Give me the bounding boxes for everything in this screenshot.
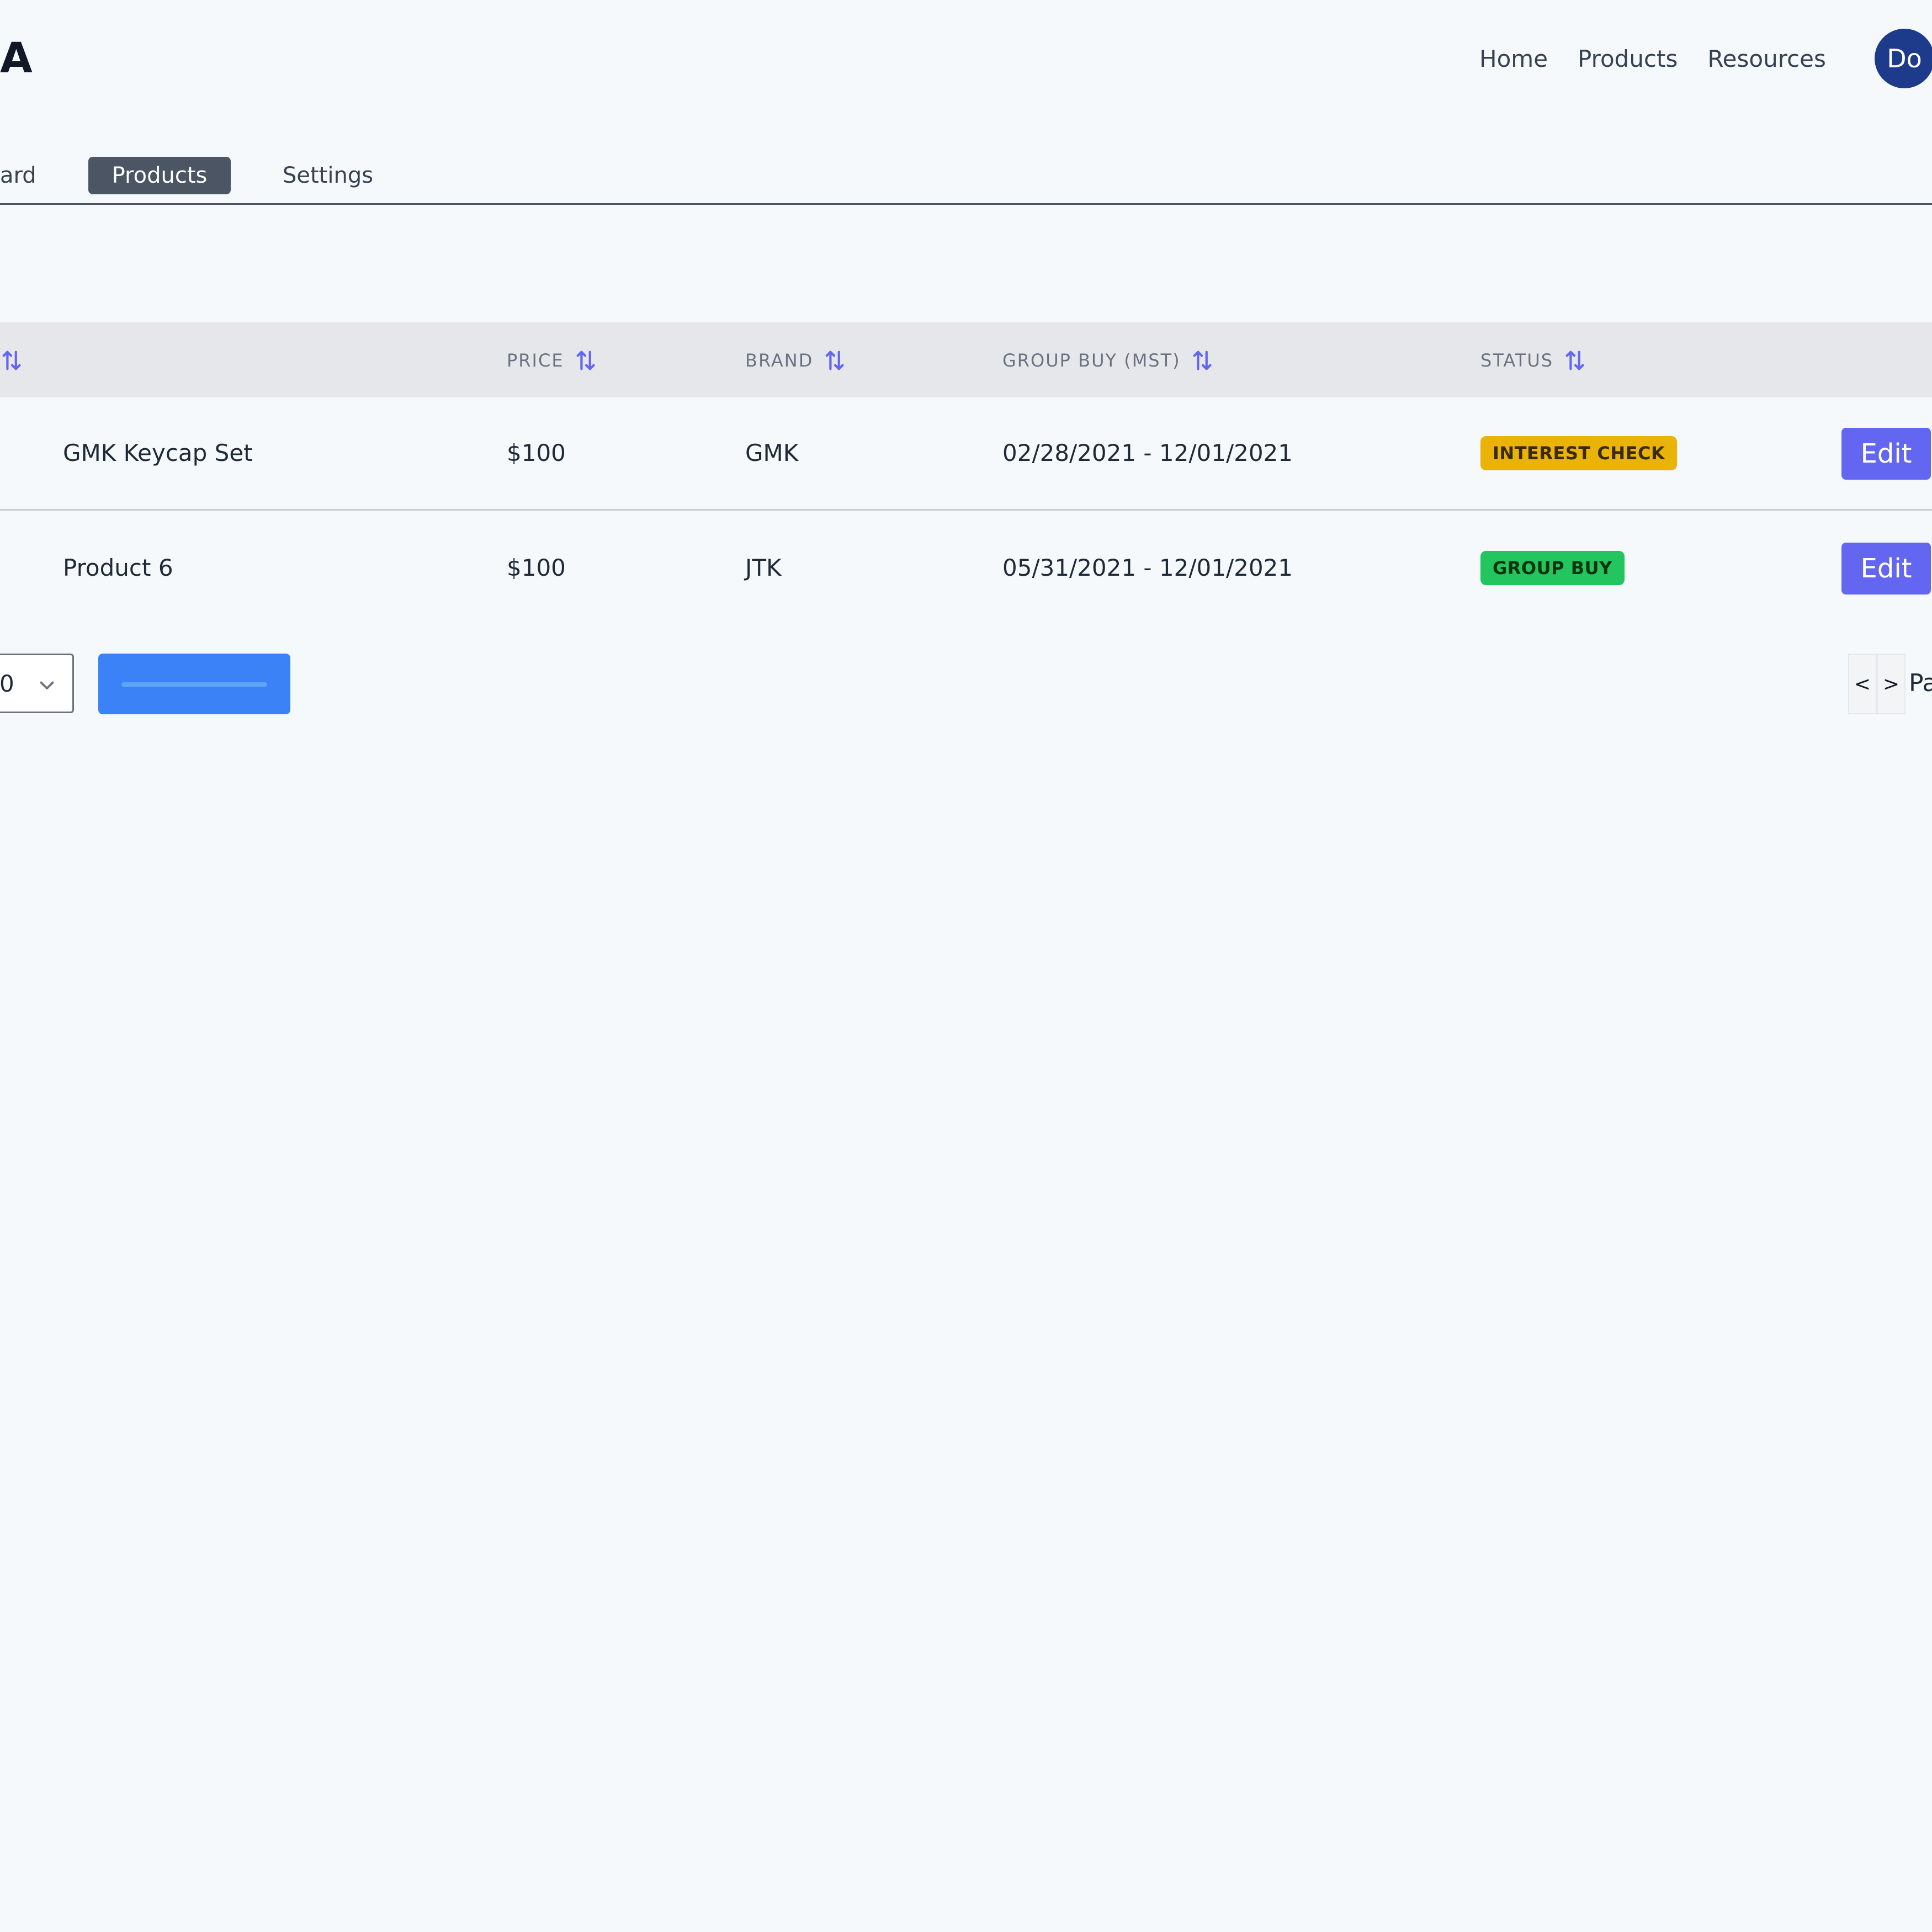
next-page-button[interactable]: >: [1877, 654, 1906, 714]
tab-settings[interactable]: Settings: [283, 161, 373, 190]
cell-group-buy: 05/31/2021 - 12/01/2021: [1002, 554, 1293, 581]
row-divider: [0, 509, 1932, 511]
th-price-label: PRICE: [507, 350, 564, 371]
top-nav: Home Products Resources: [1479, 42, 1826, 75]
tab-dashboard[interactable]: ard: [0, 161, 36, 190]
th-brand-label: BRAND: [745, 350, 814, 371]
table-header: [0, 322, 1932, 397]
page-indicator: Pa: [1909, 669, 1932, 697]
cell-brand: JTK: [745, 554, 782, 581]
cell-group-buy: 02/28/2021 - 12/01/2021: [1002, 439, 1293, 466]
status-badge: INTEREST CHECK: [1480, 436, 1678, 470]
prev-page-button[interactable]: <: [1848, 654, 1877, 714]
tab-products[interactable]: Products: [88, 157, 231, 194]
chevron-down-icon: [40, 681, 54, 689]
page-size-value: 0: [0, 670, 14, 697]
cell-product-name: Product 6: [63, 554, 173, 581]
th-brand[interactable]: BRAND: [745, 347, 848, 374]
status-badge: GROUP BUY: [1480, 551, 1625, 585]
app-logo[interactable]: A: [0, 33, 33, 83]
primary-action-button[interactable]: [98, 654, 290, 714]
page-size-select[interactable]: 0: [0, 654, 74, 713]
sort-icon[interactable]: [574, 348, 599, 373]
th-status[interactable]: STATUS: [1480, 347, 1589, 374]
edit-button[interactable]: Edit: [1841, 543, 1931, 595]
sort-icon[interactable]: [1191, 348, 1216, 373]
nav-link-resources[interactable]: Resources: [1707, 45, 1826, 72]
user-avatar[interactable]: Do: [1875, 29, 1932, 88]
th-group-buy-label: GROUP BUY (MST): [1002, 350, 1181, 371]
th-price[interactable]: PRICE: [507, 347, 599, 374]
sort-icon[interactable]: [823, 348, 848, 373]
cell-brand: GMK: [745, 439, 799, 466]
nav-link-home[interactable]: Home: [1479, 45, 1548, 72]
button-placeholder-line: [121, 682, 267, 687]
th-group-buy[interactable]: GROUP BUY (MST): [1002, 347, 1216, 374]
cell-product-name: GMK Keycap Set: [63, 439, 253, 466]
th-name-sort[interactable]: [0, 347, 25, 374]
edit-button[interactable]: Edit: [1841, 428, 1931, 480]
sort-icon[interactable]: [0, 348, 25, 373]
cell-price: $100: [507, 439, 566, 466]
th-status-label: STATUS: [1480, 350, 1554, 371]
tab-divider: [0, 203, 1932, 205]
cell-price: $100: [507, 554, 566, 581]
sort-icon[interactable]: [1563, 348, 1589, 373]
nav-link-products[interactable]: Products: [1578, 45, 1678, 72]
